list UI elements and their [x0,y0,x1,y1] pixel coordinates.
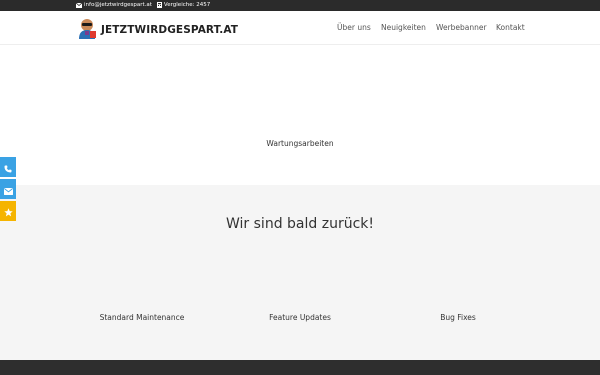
feature-standard-maintenance: Standard Maintenance [99,313,185,322]
top-bar-email[interactable]: info@jetztwirdgespart.at [76,2,152,8]
top-bar-email-text: info@jetztwirdgespart.at [84,2,152,8]
side-mail-button[interactable] [0,179,16,199]
top-bar-comparisons: Vergleiche: 2457 [156,2,211,8]
maintenance-text: Wartungsarbeiten [266,139,334,148]
star-icon [3,202,13,221]
feature-updates: Feature Updates [269,313,331,322]
envelope-icon [3,180,13,199]
calculator-icon [156,2,162,8]
top-bar: info@jetztwirdgespart.at Vergleiche: 245… [0,0,600,11]
top-bar-comparisons-text: Vergleiche: 2457 [163,2,211,8]
side-star-button[interactable] [0,201,16,221]
nav-item-neuigkeiten[interactable]: Neuigkeiten [381,23,426,32]
nav-item-kontakt[interactable]: Kontakt [496,23,525,32]
feature-bug-fixes: Bug Fixes [440,313,476,322]
site-header: JETZTWIRDGESPART.AT Über uns Neuigkeiten… [0,11,600,45]
maintenance-section: Wartungsarbeiten [0,45,600,185]
main-navigation: Über uns Neuigkeiten Werbebanner Kontakt [0,23,600,35]
nav-item-werbebanner[interactable]: Werbebanner [436,23,487,32]
nav-item-ueber-uns[interactable]: Über uns [337,23,371,32]
phone-icon [4,158,12,177]
site-footer [0,360,600,375]
back-soon-heading: Wir sind bald zurück! [226,216,374,232]
back-soon-section: Wir sind bald zurück! Standard Maintenan… [0,185,600,360]
top-bar-info: info@jetztwirdgespart.at Vergleiche: 245… [76,2,210,8]
side-phone-button[interactable] [0,157,16,177]
envelope-icon [76,2,82,8]
